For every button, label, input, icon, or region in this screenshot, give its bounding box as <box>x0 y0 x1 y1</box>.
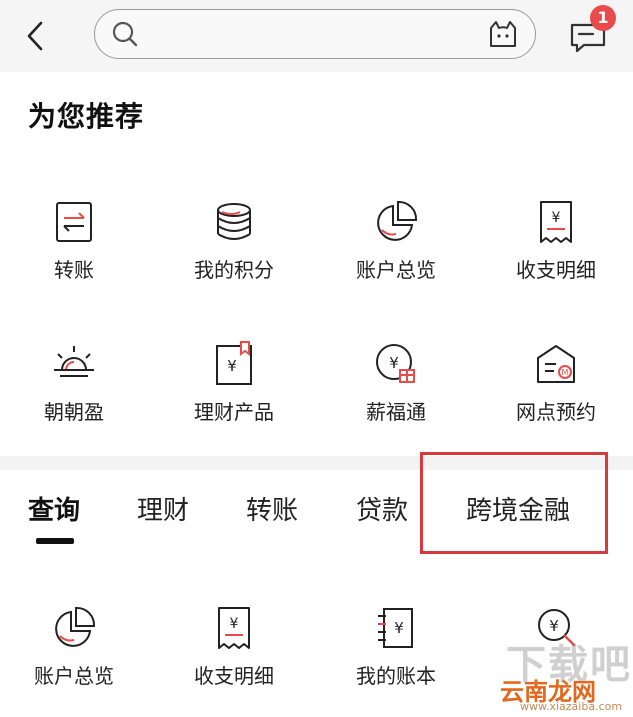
recommend-item-my-points[interactable]: 我的积分 <box>164 198 304 283</box>
svg-text:¥: ¥ <box>227 357 237 375</box>
active-tab-indicator <box>36 538 74 544</box>
section-title-recommended: 为您推荐 <box>28 100 145 133</box>
recommend-item-label: 收支明细 <box>516 258 596 282</box>
recommend-item-label: 转账 <box>54 258 94 282</box>
tab-query[interactable]: 查询 <box>28 490 80 527</box>
tab-wealth[interactable]: 理财 <box>137 490 189 527</box>
recommend-item-label: 朝朝盈 <box>44 400 104 424</box>
wealth-product-icon: ¥ <box>216 341 252 385</box>
receipt-icon: ¥ <box>218 607 250 649</box>
recommend-item-label: 账户总览 <box>356 258 436 282</box>
svg-text:¥: ¥ <box>389 354 399 372</box>
recommend-item-income-expense[interactable]: ¥ 收支明细 <box>486 198 626 283</box>
pie-chart-icon <box>377 200 418 241</box>
query-item-label: 收支明细 <box>194 664 274 688</box>
svg-text:M: M <box>562 368 569 377</box>
search-bar[interactable] <box>94 9 536 59</box>
points-icon <box>217 203 251 240</box>
recommend-item-transfer[interactable]: 转账 <box>4 198 144 283</box>
receipt-icon: ¥ <box>540 201 572 243</box>
query-item-my-ledger[interactable]: ¥ 我的账本 <box>326 604 466 689</box>
notification-badge: 1 <box>590 5 616 31</box>
sunrise-icon <box>54 346 94 377</box>
transfer-icon <box>56 202 92 242</box>
query-item-label: 我的账本 <box>356 664 436 688</box>
search-icon <box>112 21 138 47</box>
recommend-item-xinfutong[interactable]: ¥ 薪福通 <box>326 340 466 425</box>
query-item-income-expense[interactable]: ¥ 收支明细 <box>164 604 304 689</box>
top-bar: 1 <box>0 0 633 72</box>
svg-text:¥: ¥ <box>394 619 404 637</box>
ledger-icon: ¥ <box>378 608 413 648</box>
highlight-annotation-box <box>420 452 608 554</box>
watermark-url: www.xiazaiba.com <box>520 700 623 713</box>
query-item-account-overview[interactable]: 账户总览 <box>4 604 144 689</box>
branch-appointment-icon: M <box>537 345 575 383</box>
tab-loan[interactable]: 贷款 <box>356 490 408 527</box>
salary-gift-icon: ¥ <box>376 344 415 383</box>
recommend-item-account-overview[interactable]: 账户总览 <box>326 198 466 283</box>
recommend-item-zhaozhaoying[interactable]: 朝朝盈 <box>4 340 144 425</box>
cat-assistant-icon[interactable] <box>487 19 519 49</box>
pie-chart-icon <box>55 606 96 647</box>
search-input[interactable] <box>149 18 473 52</box>
svg-text:¥: ¥ <box>230 616 239 632</box>
recommend-item-wealth-products[interactable]: ¥ 理财产品 <box>164 340 304 425</box>
recommend-item-branch-appointment[interactable]: M 网点预约 <box>486 340 626 425</box>
recommend-item-label: 我的积分 <box>194 258 274 282</box>
recommend-item-label: 网点预约 <box>516 400 596 424</box>
back-arrow-icon[interactable] <box>18 18 54 54</box>
recommend-item-label: 薪福通 <box>366 400 426 424</box>
recommend-item-label: 理财产品 <box>194 400 274 424</box>
tab-transfer[interactable]: 转账 <box>246 490 298 527</box>
svg-text:¥: ¥ <box>552 210 561 226</box>
query-item-label: 账户总览 <box>34 664 114 688</box>
